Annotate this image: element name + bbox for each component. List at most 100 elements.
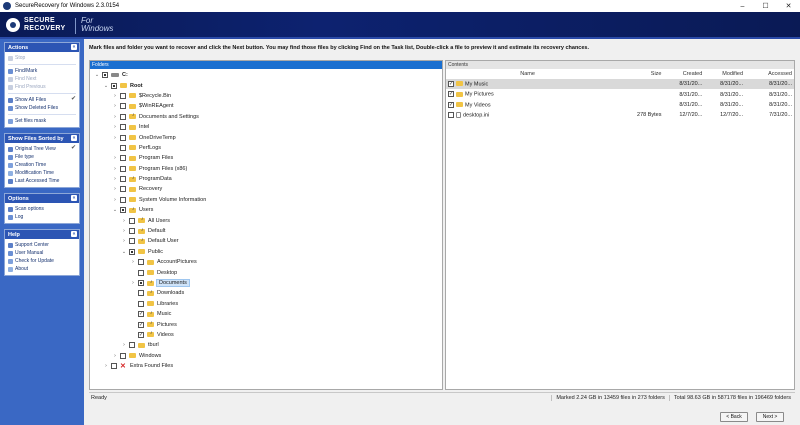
tree-checkbox[interactable] <box>120 113 126 120</box>
file-checkbox[interactable]: ✓ <box>448 80 454 87</box>
tree-checkbox[interactable] <box>129 248 135 255</box>
tree-node[interactable]: › Program Files <box>90 153 442 163</box>
expand-arrow-icon[interactable]: › <box>130 259 136 265</box>
tree-node[interactable]: › OneDriveTemp <box>90 132 442 142</box>
sidebar-item-find-previous[interactable]: Find Previous <box>5 83 79 91</box>
sidebar-item-scan-options[interactable]: Scan options <box>5 205 79 213</box>
expand-arrow-icon[interactable]: › <box>112 176 118 182</box>
tree-checkbox[interactable]: ✓ <box>138 311 144 318</box>
tree-checkbox[interactable] <box>120 103 126 110</box>
tree-checkbox[interactable] <box>120 207 126 214</box>
sidebar-item-file-type[interactable]: File type <box>5 153 79 161</box>
sidebar-item-show-all-files[interactable]: Show All Files ✔ <box>5 96 79 104</box>
table-row[interactable]: desktop.ini 278 Bytes 12/7/20... 12/7/20...… <box>446 110 794 120</box>
column-header-modified[interactable]: Modified <box>704 69 745 79</box>
tree-checkbox[interactable] <box>129 217 135 224</box>
column-header-created[interactable]: Created <box>664 69 705 79</box>
sidebar-item-find-mark[interactable]: Find/Mark <box>5 67 79 75</box>
tree-node[interactable]: ✓ Pictures <box>90 319 442 329</box>
tree-checkbox[interactable] <box>120 165 126 172</box>
tree-node[interactable]: Desktop <box>90 267 442 277</box>
file-checkbox[interactable]: ✓ <box>448 101 454 108</box>
tree-node[interactable]: PerfLogs <box>90 143 442 153</box>
maximize-button[interactable]: ☐ <box>754 0 777 12</box>
tree-checkbox[interactable] <box>138 269 144 276</box>
expand-arrow-icon[interactable]: › <box>112 114 118 120</box>
expand-arrow-icon[interactable]: › <box>112 155 118 161</box>
table-row[interactable]: ✓ My Pictures 8/31/20... 8/31/20... 8/31/20.… <box>446 89 794 99</box>
sidebar-item-support-center[interactable]: Support Center <box>5 241 79 249</box>
expand-arrow-icon[interactable]: › <box>112 93 118 99</box>
collapse-icon[interactable]: « <box>71 135 77 141</box>
tree-node[interactable]: ⌄ C: <box>90 70 442 80</box>
expand-arrow-icon[interactable]: › <box>112 166 118 172</box>
file-checkbox[interactable]: ✓ <box>448 91 454 98</box>
tree-node[interactable]: › System Volume Information <box>90 195 442 205</box>
tree-checkbox[interactable] <box>102 72 108 79</box>
tree-checkbox[interactable] <box>138 300 144 307</box>
sidebar-item-last-accessed-time[interactable]: Last Accessed Time <box>5 177 79 185</box>
collapse-icon[interactable]: « <box>71 195 77 201</box>
tree-node[interactable]: › Program Files (x86) <box>90 164 442 174</box>
expand-arrow-icon[interactable]: › <box>112 353 118 359</box>
expand-arrow-icon[interactable]: › <box>112 124 118 130</box>
expand-arrow-icon[interactable]: › <box>103 363 109 369</box>
sidebar-item-creation-time[interactable]: Creation Time <box>5 161 79 169</box>
collapse-arrow-icon[interactable]: ⌄ <box>112 207 118 213</box>
expand-arrow-icon[interactable]: › <box>121 342 127 348</box>
tree-node[interactable]: ⌄ Root <box>90 80 442 90</box>
sidebar-item-set-files-mask[interactable]: Set files mask <box>5 117 79 125</box>
sidebar-item-modification-time[interactable]: Modification Time <box>5 169 79 177</box>
tree-node[interactable]: › ✕ Extra Found Files <box>90 361 442 371</box>
collapse-icon[interactable]: « <box>71 44 77 50</box>
expand-arrow-icon[interactable]: › <box>121 218 127 224</box>
next-button[interactable]: Next > <box>756 412 784 422</box>
expand-arrow-icon[interactable]: › <box>121 238 127 244</box>
column-header-accessed[interactable]: Accessed <box>745 69 794 79</box>
tree-checkbox[interactable] <box>129 228 135 235</box>
tree-node[interactable]: › Documents and Settings <box>90 112 442 122</box>
tree-node[interactable]: › AccountPictures <box>90 257 442 267</box>
sidebar-item-find-next[interactable]: Find Next <box>5 75 79 83</box>
tree-node[interactable]: › Intel <box>90 122 442 132</box>
tree-checkbox[interactable] <box>138 290 144 297</box>
column-header-name[interactable]: Name <box>446 69 609 79</box>
file-checkbox[interactable] <box>448 112 454 119</box>
sidebar-item-about[interactable]: About <box>5 265 79 273</box>
tree-node[interactable]: ⌄ Public <box>90 247 442 257</box>
sidebar-item-check-for-update[interactable]: Check for Update <box>5 257 79 265</box>
close-button[interactable]: ✕ <box>777 0 800 12</box>
tree-node[interactable]: ✓ Videos <box>90 330 442 340</box>
sorted-header[interactable]: Show Files Sorted by « <box>5 134 79 143</box>
tree-node[interactable]: › Default User <box>90 236 442 246</box>
tree-node[interactable]: › $WinREAgent <box>90 101 442 111</box>
expand-arrow-icon[interactable]: › <box>130 280 136 286</box>
table-row[interactable]: ✓ My Videos 8/31/20... 8/31/20... 8/31/20... <box>446 100 794 110</box>
tree-checkbox[interactable] <box>120 134 126 141</box>
tree-checkbox[interactable] <box>138 280 144 286</box>
sidebar-item-user-manual[interactable]: User Manual <box>5 249 79 257</box>
minimize-button[interactable]: – <box>731 0 754 12</box>
tree-checkbox[interactable]: ✓ <box>138 331 144 338</box>
tree-node[interactable]: › Windows <box>90 351 442 361</box>
help-header[interactable]: Help « <box>5 230 79 239</box>
sidebar-item-stop[interactable]: Stop <box>5 54 79 62</box>
tree-checkbox[interactable] <box>138 259 144 266</box>
expand-arrow-icon[interactable]: › <box>112 103 118 109</box>
column-header-size[interactable]: Size <box>609 69 663 79</box>
expand-arrow-icon[interactable]: › <box>121 228 127 234</box>
tree-node[interactable]: ✓ Music <box>90 309 442 319</box>
table-row[interactable]: ✓ My Music 8/31/20... 8/31/20... 8/31/20... <box>446 79 794 90</box>
tree-checkbox[interactable] <box>120 186 126 193</box>
expand-arrow-icon[interactable]: › <box>112 186 118 192</box>
options-header[interactable]: Options « <box>5 194 79 203</box>
tree-checkbox[interactable] <box>120 144 126 151</box>
tree-checkbox[interactable] <box>120 176 126 183</box>
sidebar-item-show-deleted-files[interactable]: Show Deleted Files <box>5 104 79 112</box>
tree-checkbox[interactable] <box>111 363 117 370</box>
expand-arrow-icon[interactable]: › <box>112 135 118 141</box>
tree-checkbox[interactable] <box>120 92 126 99</box>
tree-checkbox[interactable] <box>120 124 126 131</box>
tree-node[interactable]: Downloads <box>90 288 442 298</box>
tree-node[interactable]: › All Users <box>90 215 442 225</box>
